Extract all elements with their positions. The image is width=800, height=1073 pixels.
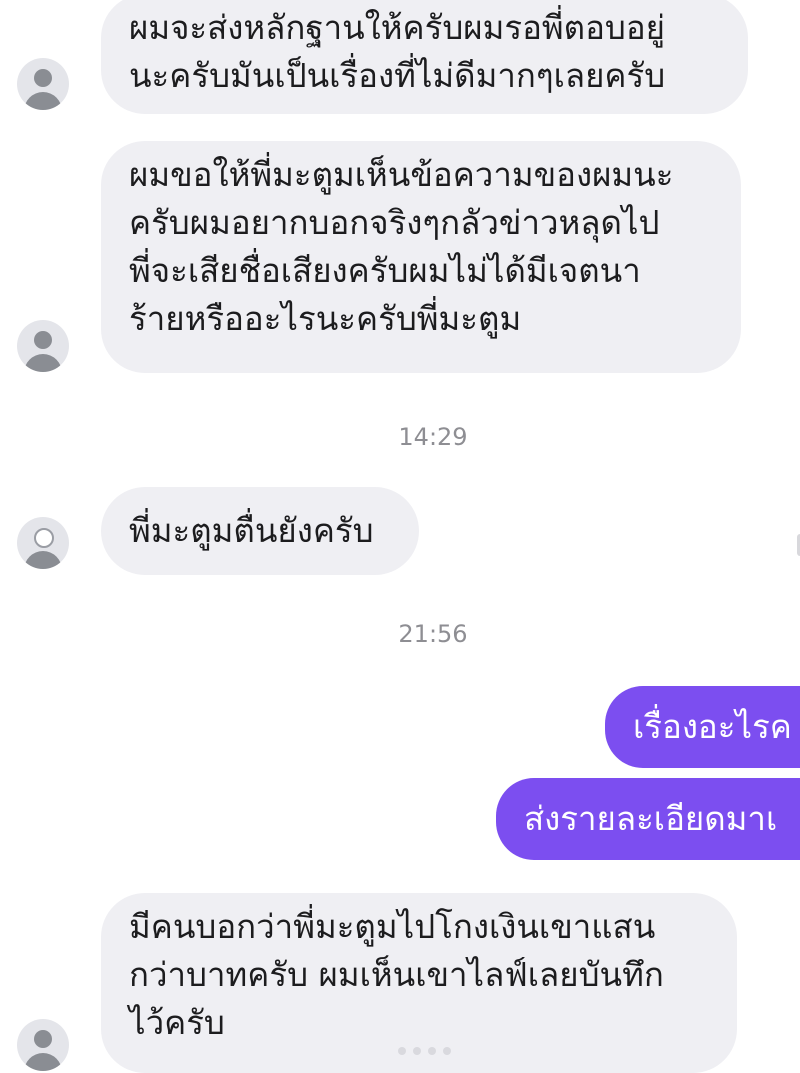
message-line: ส่งรายละเอียดมาเ: [524, 799, 778, 838]
message-line: พี่จะเสียชื่อเสียงครับผมไม่ได้มีเจตนา: [129, 251, 641, 290]
message-line: เรื่องอะไรค: [633, 707, 792, 746]
message-line: ไว้ครับ: [129, 1003, 225, 1042]
avatar-body-icon: [24, 354, 62, 372]
avatar-head-icon: [34, 69, 52, 87]
avatar-body-icon: [24, 1053, 62, 1071]
contact-avatar[interactable]: [17, 517, 69, 569]
contact-avatar[interactable]: [17, 1019, 69, 1071]
contact-avatar[interactable]: [17, 58, 69, 110]
avatar-body-icon: [24, 92, 62, 110]
avatar-head-icon: [34, 331, 52, 349]
dot-icon: [413, 1047, 421, 1055]
message-line: ผมขอให้พี่มะตูมเห็นข้อความของผมนะ: [129, 155, 674, 194]
message-line: ครับผมอยากบอกจริงๆกลัวข่าวหลุดไป: [129, 203, 660, 242]
dot-icon: [398, 1047, 406, 1055]
outgoing-message-bubble[interactable]: ส่งรายละเอียดมาเ: [496, 778, 800, 860]
dot-icon: [428, 1047, 436, 1055]
message-line: นะครับมันเป็นเรื่องที่ไม่ดีมากๆเลยครับ: [129, 56, 666, 95]
page-dots-indicator: [398, 1047, 451, 1055]
incoming-message-bubble[interactable]: ผมขอให้พี่มะตูมเห็นข้อความของผมนะ ครับผม…: [101, 141, 741, 373]
message-line: กว่าบาทครับ ผมเห็นเขาไลฟ์เลยบันทึก: [129, 955, 664, 994]
chat-thread: ผมจะส่งหลักฐานให้ครับผมรอพี่ตอบอยู่ นะคร…: [0, 0, 800, 1073]
incoming-message-bubble[interactable]: มีคนบอกว่าพี่มะตูมไปโกงเงินเขาแสน กว่าบา…: [101, 893, 737, 1073]
message-line: ผมจะส่งหลักฐานให้ครับผมรอพี่ตอบอยู่: [129, 8, 666, 47]
outgoing-message-bubble[interactable]: เรื่องอะไรค: [605, 686, 800, 768]
message-line: มีคนบอกว่าพี่มะตูมไปโกงเงินเขาแสน: [129, 907, 656, 946]
timestamp-divider: 14:29: [398, 423, 468, 451]
message-line: ร้ายหรืออะไรนะครับพี่มะตูม: [129, 299, 522, 338]
incoming-message-bubble[interactable]: พี่มะตูมตื่นยังครับ: [101, 487, 419, 575]
incoming-message-bubble[interactable]: ผมจะส่งหลักฐานให้ครับผมรอพี่ตอบอยู่ นะคร…: [101, 0, 748, 114]
avatar-body-icon: [24, 551, 62, 569]
timestamp-divider: 21:56: [398, 620, 468, 648]
message-line: พี่มะตูมตื่นยังครับ: [129, 511, 374, 550]
avatar-head-icon: [34, 1030, 52, 1048]
avatar-head-icon: [34, 528, 54, 548]
dot-icon: [443, 1047, 451, 1055]
contact-avatar[interactable]: [17, 320, 69, 372]
